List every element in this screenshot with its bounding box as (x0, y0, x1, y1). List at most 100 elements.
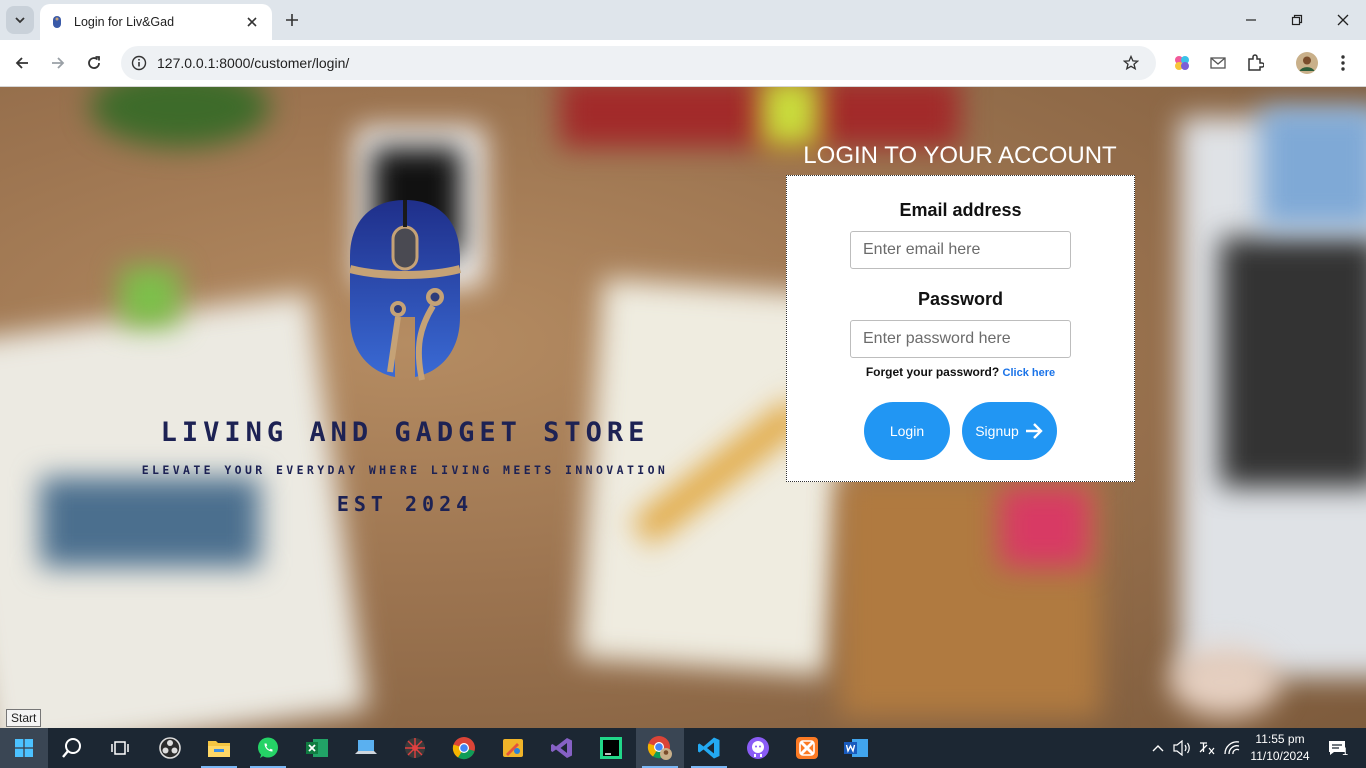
extension-pinwheel-icon[interactable] (1170, 51, 1194, 75)
chrome-active-app[interactable] (636, 728, 684, 768)
favicon-icon (53, 16, 61, 28)
tab-close-icon[interactable] (242, 12, 262, 32)
clock-date: 11/10/2024 (1250, 749, 1310, 763)
notification-count: 1 (1342, 746, 1349, 758)
obs-icon (159, 737, 181, 759)
xampp-app[interactable] (783, 728, 831, 768)
mouse-logo-icon (348, 200, 462, 381)
whatsapp-icon (258, 737, 278, 758)
extensions-puzzle-icon[interactable] (1243, 51, 1267, 75)
paint-icon (503, 739, 523, 757)
visual-studio-app[interactable] (538, 728, 586, 768)
brand-tagline: ELEVATE YOUR EVERYDAY WHERE LIVING MEETS… (141, 463, 669, 477)
restore-button[interactable] (1285, 8, 1309, 32)
minimize-button[interactable] (1239, 8, 1263, 32)
arrow-right-icon (1025, 423, 1043, 439)
password-label: Password (917, 289, 1004, 309)
laptop-icon (355, 740, 377, 754)
address-bar[interactable]: 127.0.0.1:8000/customer/login/ (121, 46, 1156, 80)
tab-search-button[interactable] (6, 6, 34, 34)
reload-icon (88, 56, 100, 69)
profile-avatar[interactable] (1295, 51, 1319, 75)
search-button[interactable] (48, 728, 96, 768)
page-viewport: LIVING AND GADGET STORE ELEVATE YOUR EVE… (0, 87, 1366, 728)
file-explorer-app[interactable] (195, 728, 243, 768)
forgot-password-row: Forget your password? Click here (787, 365, 1134, 379)
wifi-icon (1224, 741, 1240, 755)
excel-icon (306, 739, 328, 757)
notifications-button[interactable]: 1 (1320, 728, 1354, 768)
speaker-icon (1173, 740, 1190, 756)
chevron-up-icon (1152, 745, 1164, 752)
reload-button[interactable] (81, 50, 107, 76)
new-tab-button[interactable] (282, 10, 302, 30)
login-button[interactable]: Login (864, 402, 950, 460)
close-icon (1337, 14, 1349, 26)
vscode-app[interactable] (685, 728, 733, 768)
task-view-icon (111, 741, 129, 755)
word-icon (844, 739, 868, 757)
login-heading: LOGIN TO YOUR ACCOUNT (803, 142, 1117, 169)
signup-button[interactable]: Signup (962, 402, 1057, 460)
login-button-label: Login (889, 423, 925, 439)
search-icon (62, 738, 81, 758)
signup-button-label: Signup (975, 423, 1019, 439)
chevron-down-icon (15, 17, 25, 24)
back-button[interactable] (9, 50, 35, 76)
folder-icon (208, 741, 230, 757)
github-icon (747, 737, 769, 759)
visual-studio-icon (551, 738, 572, 758)
windows-logo-icon (15, 739, 33, 757)
bookmark-star-icon[interactable] (1120, 52, 1142, 74)
clock-time: 11:55 pm (1255, 732, 1305, 746)
taskbar-clock[interactable]: 11:55 pm 11/10/2024 (1240, 731, 1320, 765)
input-indicator-button[interactable] (1196, 728, 1218, 768)
forgot-password-text: Forget your password? (865, 365, 1000, 379)
arrow-right-icon (52, 57, 65, 69)
pycharm-icon (600, 737, 622, 759)
obs-app[interactable] (146, 728, 194, 768)
start-tooltip: Start (6, 709, 42, 727)
paint-app[interactable] (489, 728, 537, 768)
plus-icon (286, 14, 298, 26)
tab-title: Login for Liv&Gad (74, 15, 175, 29)
start-button[interactable] (0, 728, 48, 768)
volume-button[interactable] (1171, 728, 1193, 768)
spider-icon (405, 738, 425, 758)
vscode-icon (698, 737, 720, 759)
task-view-button[interactable] (96, 728, 144, 768)
url-text[interactable]: 127.0.0.1:8000/customer/login/ (157, 55, 1120, 71)
minimize-icon (1246, 19, 1256, 21)
forward-button[interactable] (45, 50, 71, 76)
whatsapp-app[interactable] (244, 728, 292, 768)
remote-desktop-app[interactable] (342, 728, 390, 768)
browser-tab-strip: Login for Liv&Gad (0, 0, 1366, 40)
pycharm-app[interactable] (587, 728, 635, 768)
spider-app[interactable] (391, 728, 439, 768)
chrome-profile-icon (647, 736, 672, 760)
site-info-icon[interactable] (129, 53, 149, 73)
email-label: Email address (899, 200, 1022, 220)
keyboard-language-icon (1199, 742, 1215, 755)
close-window-button[interactable] (1331, 8, 1355, 32)
browser-menu-icon[interactable] (1331, 51, 1355, 75)
github-desktop-app[interactable] (734, 728, 782, 768)
chrome-icon (452, 737, 475, 760)
arrow-left-icon (15, 57, 28, 69)
word-app[interactable] (832, 728, 880, 768)
browser-toolbar: 127.0.0.1:8000/customer/login/ (0, 40, 1366, 87)
password-field[interactable] (850, 320, 1071, 358)
excel-app[interactable] (293, 728, 341, 768)
brand-block: LIVING AND GADGET STORE ELEVATE YOUR EVE… (130, 197, 690, 527)
login-form: Email address Password Forget your passw… (786, 175, 1135, 482)
restore-icon (1291, 14, 1303, 26)
show-hidden-icons-button[interactable] (1148, 728, 1168, 768)
mail-extension-icon[interactable] (1206, 51, 1230, 75)
chrome-app[interactable] (440, 728, 488, 768)
xampp-icon (796, 737, 818, 759)
brand-established: EST 2024 (336, 492, 474, 516)
browser-tab[interactable]: Login for Liv&Gad (40, 4, 272, 40)
brand-name: LIVING AND GADGET STORE (160, 417, 650, 448)
forgot-password-link[interactable]: Click here (1003, 367, 1056, 379)
email-field[interactable] (850, 231, 1071, 269)
